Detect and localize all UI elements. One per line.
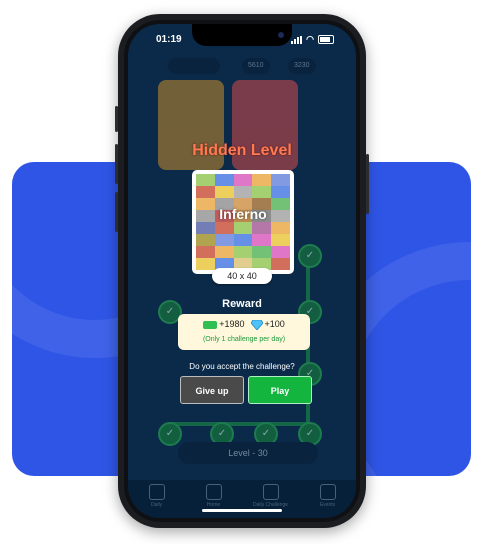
bottom-tab-bar: Daily Home Daily Challenge Events bbox=[128, 480, 356, 518]
play-button[interactable]: Play bbox=[248, 376, 312, 404]
puzzle-cell bbox=[196, 174, 215, 186]
phone-frame: 5610 3230 ✓ ✓ ✓ ✓ ✓ ✓ ✓ ✓ Level - 30 Dai… bbox=[115, 14, 369, 528]
puzzle-cell bbox=[214, 174, 234, 186]
puzzle-cell bbox=[196, 186, 215, 198]
puzzle-cell bbox=[196, 222, 215, 234]
puzzle-cell bbox=[252, 234, 272, 246]
puzzle-cell bbox=[233, 246, 253, 258]
reward-box: +1980 +100 (Only 1 challenge per day) bbox=[178, 314, 310, 350]
calendar-icon bbox=[148, 484, 165, 500]
tab-home[interactable]: Home bbox=[193, 484, 235, 508]
battery-icon bbox=[318, 35, 334, 44]
puzzle-cell bbox=[214, 222, 234, 234]
puzzle-size-badge: 40 x 40 bbox=[212, 268, 272, 284]
events-icon bbox=[319, 484, 336, 500]
tab-daily-challenge[interactable]: Daily Challenge bbox=[250, 484, 292, 508]
level-node-completed[interactable]: ✓ bbox=[298, 244, 322, 268]
puzzle-cell bbox=[196, 258, 215, 270]
reward-label: Reward bbox=[222, 298, 262, 310]
side-button bbox=[115, 144, 118, 184]
cash-icon bbox=[203, 320, 218, 329]
status-time: 01:19 bbox=[156, 34, 182, 45]
coin-counter: 5610 bbox=[242, 58, 270, 74]
gem-counter: 3230 bbox=[288, 58, 316, 74]
wifi-icon: ◠ bbox=[306, 34, 314, 44]
gem-reward: +100 bbox=[250, 319, 285, 330]
level-node-completed[interactable]: ✓ bbox=[158, 422, 182, 446]
status-bar: 01:19 ◠ bbox=[128, 24, 356, 52]
puzzle-cell bbox=[271, 234, 290, 246]
puzzle-cell bbox=[252, 186, 272, 198]
gem-icon bbox=[250, 319, 263, 330]
puzzle-cell bbox=[214, 186, 234, 198]
notch bbox=[192, 24, 292, 46]
puzzle-cell bbox=[271, 186, 290, 198]
puzzle-name: Inferno bbox=[219, 206, 267, 222]
current-level-pill[interactable]: Level - 30 bbox=[178, 442, 318, 464]
puzzle-cell bbox=[233, 174, 253, 186]
camera-icon bbox=[278, 32, 284, 38]
side-button bbox=[115, 106, 118, 132]
tab-daily[interactable]: Daily bbox=[136, 484, 178, 508]
puzzle-cell bbox=[233, 186, 253, 198]
path-line bbox=[168, 422, 310, 426]
challenge-icon bbox=[262, 484, 279, 500]
reward-note: (Only 1 challenge per day) bbox=[202, 336, 286, 343]
puzzle-cell bbox=[233, 222, 253, 234]
coin-reward: +1980 bbox=[203, 319, 245, 329]
puzzle-cell bbox=[252, 246, 272, 258]
tab-events[interactable]: Events bbox=[307, 484, 349, 508]
top-bar: 5610 3230 bbox=[138, 58, 348, 76]
puzzle-cell bbox=[252, 222, 272, 234]
side-button bbox=[366, 154, 369, 214]
home-indicator[interactable] bbox=[202, 509, 282, 512]
puzzle-cell bbox=[271, 258, 290, 270]
dialog-title: Hidden Level bbox=[192, 142, 292, 159]
puzzle-preview: Inferno bbox=[192, 170, 294, 274]
puzzle-cell bbox=[271, 246, 290, 258]
app-screen: 5610 3230 ✓ ✓ ✓ ✓ ✓ ✓ ✓ ✓ Level - 30 Dai… bbox=[128, 24, 356, 518]
puzzle-cell bbox=[196, 246, 215, 258]
challenge-question: Do you accept the challenge? bbox=[189, 362, 295, 371]
give-up-button[interactable]: Give up bbox=[180, 376, 244, 404]
puzzle-cell bbox=[233, 234, 253, 246]
puzzle-cell bbox=[214, 246, 234, 258]
puzzle-cell bbox=[271, 174, 290, 186]
puzzle-cell bbox=[196, 234, 215, 246]
puzzle-grid bbox=[196, 174, 290, 270]
home-icon bbox=[205, 484, 222, 500]
puzzle-cell bbox=[214, 234, 234, 246]
puzzle-cell bbox=[271, 222, 290, 234]
side-button bbox=[115, 192, 118, 232]
signal-icon bbox=[291, 35, 303, 44]
lives-pill bbox=[168, 58, 220, 74]
puzzle-cell bbox=[252, 174, 272, 186]
